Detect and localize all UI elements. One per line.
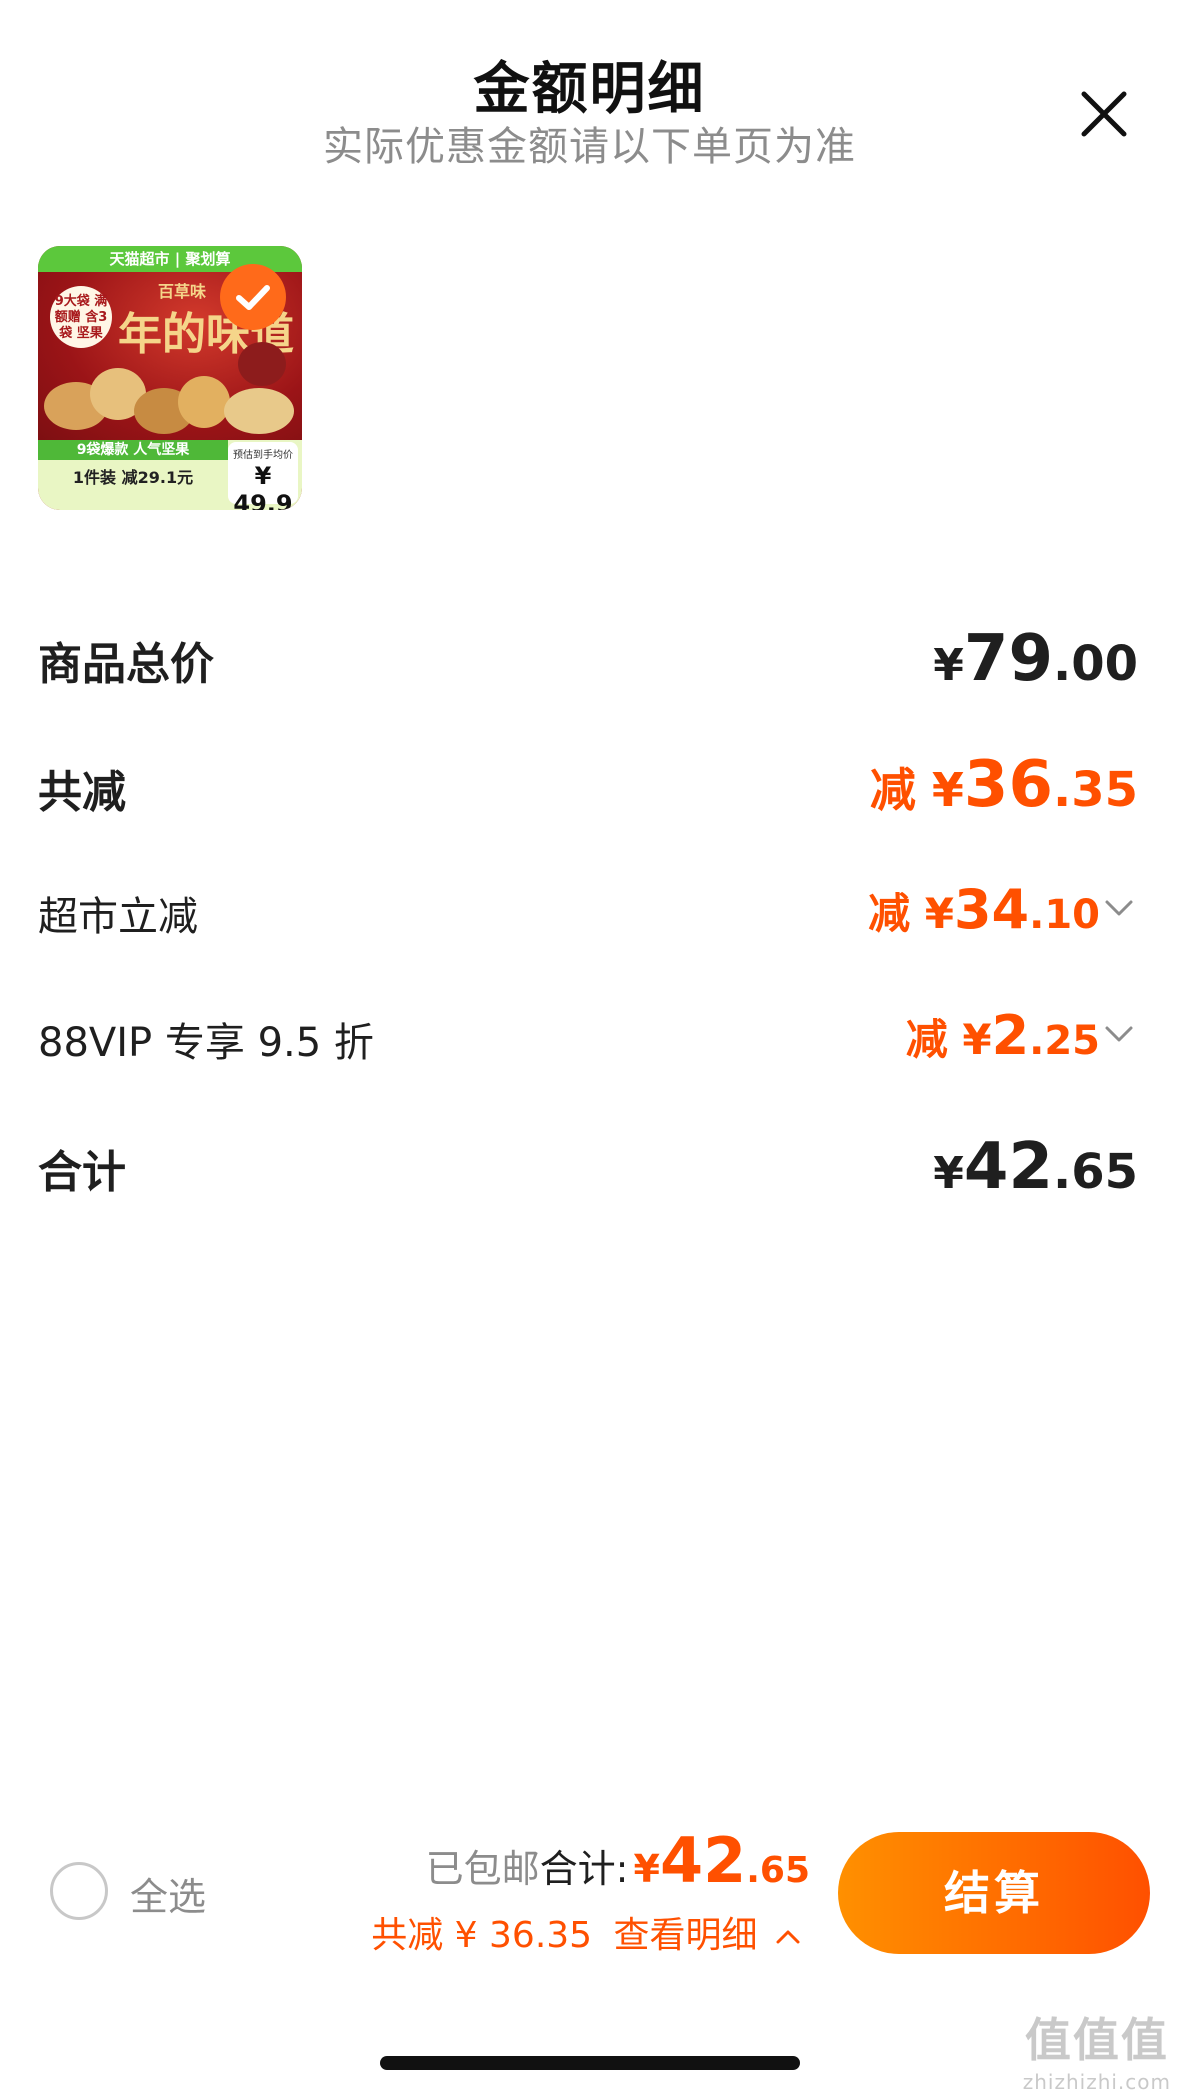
total-price-dec: .00: [1052, 636, 1138, 692]
total-price-label: 商品总价: [38, 639, 214, 690]
supermarket-discount-int: 34: [953, 878, 1030, 941]
select-all-label[interactable]: 全选: [130, 1866, 206, 1921]
currency-symbol: ¥: [633, 1847, 660, 1891]
footer-discount-text: 共减 ¥ 36.35: [371, 1915, 593, 1956]
gift-badge: 9大袋 满额赠 含3袋 坚果: [50, 286, 112, 348]
vip-discount-dec: .25: [1029, 1018, 1100, 1064]
amount-detail-sheet: 金额明细 实际优惠金额请以下单页为准 天猫超市 | 聚划算 百草味 年的味道 9…: [0, 0, 1179, 2096]
sum-label: 合计: [38, 1147, 126, 1198]
supermarket-discount-value: 减 ¥34.10: [868, 878, 1100, 941]
footer-sum-int: 42: [659, 1824, 747, 1897]
total-price-int: 79: [963, 622, 1053, 696]
page-title: 金额明细: [473, 57, 706, 122]
footer-sum-label: 合计:: [539, 1847, 629, 1891]
footer-sum-dec: .65: [746, 1850, 810, 1891]
view-detail-link[interactable]: 查看明细: [614, 1915, 758, 1956]
discount-total-label: 共减: [38, 767, 126, 818]
close-icon[interactable]: [1078, 88, 1130, 140]
promo-strip: 9袋爆款 人气坚果: [38, 440, 228, 460]
select-all-radio[interactable]: [50, 1862, 108, 1920]
discount-prefix: 减 ¥: [868, 889, 954, 938]
row-supermarket-discount[interactable]: 超市立减 减 ¥34.10: [38, 878, 1133, 941]
currency-symbol: ¥: [933, 640, 964, 691]
watermark-logo-text: 值值值: [1024, 2013, 1169, 2067]
chevron-up-icon[interactable]: [775, 1928, 801, 1946]
row-88vip-discount[interactable]: 88VIP 专享 9.5 折 减 ¥2.25: [38, 1004, 1133, 1067]
product-checkbox[interactable]: [220, 264, 286, 330]
price-tag-value: ¥ 49.9: [233, 462, 293, 510]
discount-prefix: 减 ¥: [869, 763, 964, 817]
watermark-logo: 值值值 zhizhizhi.com: [1023, 2004, 1171, 2094]
sum-value: ¥42.65: [933, 1130, 1138, 1204]
price-tag-label: 预估到手均价: [233, 450, 293, 461]
page-subtitle: 实际优惠金额请以下单页为准: [323, 124, 856, 170]
check-icon: [236, 285, 270, 310]
chevron-down-icon[interactable]: [1104, 1024, 1134, 1044]
sum-dec: .65: [1052, 1144, 1138, 1200]
home-indicator: [380, 2056, 800, 2070]
price-tag: 预估到手均价 ¥ 49.9: [228, 442, 298, 510]
vip-discount-int: 2: [991, 1004, 1030, 1067]
watermark-url: zhizhizhi.com: [1022, 2070, 1171, 2094]
row-total-price: 商品总价 ¥79.00: [38, 622, 1138, 696]
row-sum: 合计 ¥42.65: [38, 1130, 1138, 1204]
checkout-button[interactable]: 结算: [838, 1832, 1150, 1954]
footer-sum: 已包邮合计: ¥42.65: [426, 1824, 810, 1897]
currency-symbol: ¥: [933, 1148, 964, 1199]
sum-int: 42: [963, 1130, 1053, 1204]
discount-total-int: 36: [963, 748, 1053, 822]
total-price-value: ¥79.00: [933, 622, 1138, 696]
chevron-down-icon[interactable]: [1104, 898, 1134, 918]
discount-prefix: 减 ¥: [905, 1015, 992, 1064]
vip-discount-label: 88VIP 专享 9.5 折: [38, 1020, 374, 1066]
discount-total-value: 减 ¥36.35: [870, 748, 1138, 822]
supermarket-discount-label: 超市立减: [38, 894, 198, 940]
row-discount-total: 共减 减 ¥36.35: [38, 748, 1138, 822]
promo-line: 1件装 减29.1元: [72, 468, 194, 487]
supermarket-discount-dec: .10: [1029, 892, 1100, 938]
product-promo-bar: 9袋爆款 人气坚果 1件装 减29.1元 预估到手均价 ¥ 49.9: [38, 440, 302, 510]
shipping-label: 已包邮: [425, 1847, 540, 1891]
discount-total-dec: .35: [1052, 762, 1138, 818]
vip-discount-value: 减 ¥2.25: [906, 1004, 1100, 1067]
footer-discount[interactable]: 共减 ¥ 36.35 查看明细: [371, 1906, 801, 1958]
